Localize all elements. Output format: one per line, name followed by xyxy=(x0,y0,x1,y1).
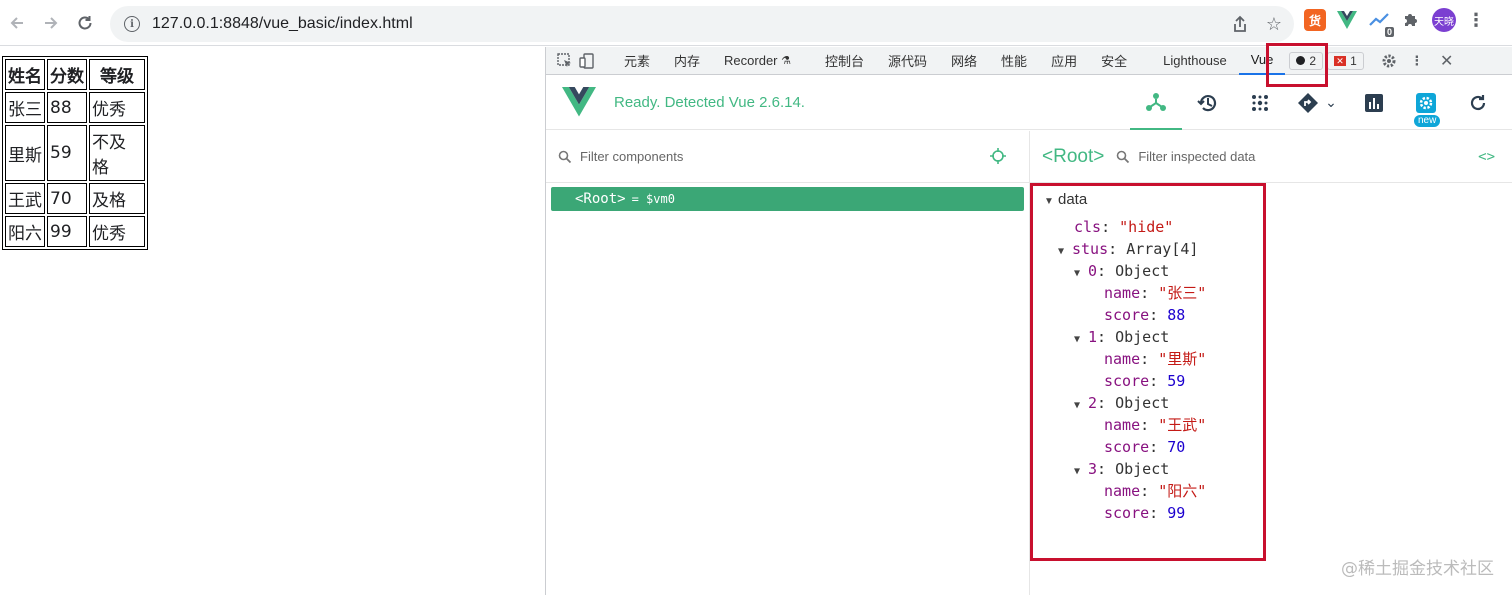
cell-grade: 优秀 xyxy=(89,216,145,247)
table-row: 阳六 99 优秀 xyxy=(5,216,145,247)
arrow-right-icon xyxy=(45,16,58,29)
data-highlight-box xyxy=(1030,183,1266,561)
reload-icon xyxy=(78,15,92,29)
devtools-menu-icon[interactable]: ⋮ xyxy=(1406,50,1428,72)
cell-score: 59 xyxy=(47,125,87,181)
errors-count: 1 xyxy=(1350,53,1357,68)
inspect-element-icon[interactable] xyxy=(554,50,576,72)
cell-score: 88 xyxy=(47,92,87,123)
bar-chart-icon xyxy=(1365,93,1383,112)
cell-name: 张三 xyxy=(5,92,45,123)
cell-grade: 及格 xyxy=(89,183,145,214)
tab-memory[interactable]: 内存 xyxy=(662,47,712,75)
back-button[interactable] xyxy=(0,6,34,40)
settings-gear-icon xyxy=(1416,92,1436,113)
filter-inspected-data-input[interactable] xyxy=(1138,149,1379,164)
watermark-text: @稀土掘金技术社区 xyxy=(1341,559,1494,579)
cell-grade: 优秀 xyxy=(89,92,145,123)
cell-grade: 不及格 xyxy=(89,125,145,181)
cell-name: 阳六 xyxy=(5,216,45,247)
address-bar[interactable]: i 127.0.0.1:8848/vue_basic/index.html ☆ xyxy=(110,6,1294,42)
table-row: 王武 70 及格 xyxy=(5,183,145,214)
filter-components-input[interactable] xyxy=(580,149,880,164)
errors-badge[interactable]: ✕ 1 xyxy=(1327,51,1364,70)
error-icon: ✕ xyxy=(1334,55,1347,66)
browser-toolbar: i 127.0.0.1:8848/vue_basic/index.html ☆ … xyxy=(0,0,1512,46)
select-component-target-icon[interactable] xyxy=(989,147,1007,165)
url-text[interactable]: 127.0.0.1:8848/vue_basic/index.html xyxy=(152,15,413,33)
tab-performance[interactable]: 性能 xyxy=(989,47,1039,75)
profile-avatar[interactable]: 天晓 xyxy=(1432,8,1456,32)
inspected-component-title: <Root> xyxy=(1042,145,1105,167)
component-node-root[interactable]: <Root> = $vm0 xyxy=(551,187,1024,211)
scores-table: 姓名 分数 等级 张三 88 优秀 里斯 59 不及格 王武 70 及格 阳六 … xyxy=(2,56,148,250)
chevron-down-icon[interactable]: ⌄ xyxy=(1325,94,1337,111)
ext-badge-count: 0 xyxy=(1384,27,1394,37)
tab-security[interactable]: 安全 xyxy=(1089,47,1139,75)
cell-score: 70 xyxy=(47,183,87,214)
close-icon[interactable]: ✕ xyxy=(1436,50,1458,72)
devtools-panel: 元素 内存 Recorder ⚗ 控制台 源代码 网络 性能 应用 安全 Lig… xyxy=(545,43,1512,595)
tab-elements[interactable]: 元素 xyxy=(612,47,662,75)
site-info-icon[interactable]: i xyxy=(124,16,140,32)
tab-recorder[interactable]: Recorder ⚗ xyxy=(712,47,803,75)
vue-devtools-ext-icon[interactable] xyxy=(1336,9,1358,31)
inspector-pane: <Root> <> ▼data cls: "hide" ▼stus: Array… xyxy=(1030,131,1512,595)
cell-name: 王武 xyxy=(5,183,45,214)
header-grade: 等级 xyxy=(89,59,145,90)
history-icon xyxy=(1197,94,1217,111)
analytics-ext-icon[interactable]: 0 xyxy=(1368,9,1394,37)
puzzle-extensions-icon[interactable] xyxy=(1400,9,1422,31)
reload-button[interactable] xyxy=(68,6,102,40)
tab-application[interactable]: 应用 xyxy=(1039,47,1089,75)
root-vm-label: = $vm0 xyxy=(631,192,675,206)
cell-score: 99 xyxy=(47,216,87,247)
refresh-icon xyxy=(1470,94,1486,110)
page-viewport: 姓名 分数 等级 张三 88 优秀 里斯 59 不及格 王武 70 及格 阳六 … xyxy=(0,47,545,595)
inspector-header: <Root> <> xyxy=(1030,131,1512,183)
tab-lighthouse[interactable]: Lighthouse xyxy=(1139,47,1239,75)
bookmark-star-icon[interactable]: ☆ xyxy=(1264,14,1284,34)
device-toolbar-icon[interactable] xyxy=(576,50,598,72)
refresh-tab[interactable] xyxy=(1452,75,1504,130)
search-icon xyxy=(1117,150,1130,163)
arrow-left-icon xyxy=(10,16,23,29)
tab-sources[interactable]: 源代码 xyxy=(876,47,939,75)
table-row: 里斯 59 不及格 xyxy=(5,125,145,181)
cell-name: 里斯 xyxy=(5,125,45,181)
dots-grid-icon xyxy=(1252,94,1268,111)
open-in-editor-code-icon[interactable]: <> xyxy=(1478,149,1495,165)
vue-devtools-header: Ready. Detected Vue 2.6.14. ⌄ new xyxy=(546,75,1512,130)
forward-button[interactable] xyxy=(34,6,68,40)
tab-network[interactable]: 网络 xyxy=(939,47,989,75)
translate-ext-icon[interactable]: 货 xyxy=(1304,9,1326,31)
table-row: 张三 88 优秀 xyxy=(5,92,145,123)
browser-menu-icon[interactable]: ⋮ xyxy=(1466,10,1486,30)
performance-tab[interactable] xyxy=(1348,75,1400,130)
root-node-label: <Root> xyxy=(575,191,626,207)
search-icon xyxy=(558,150,572,163)
filter-components-row xyxy=(546,131,1029,183)
flask-icon: ⚗ xyxy=(781,55,791,67)
header-score: 分数 xyxy=(47,59,87,90)
components-tab[interactable] xyxy=(1130,75,1182,130)
route-diamond-icon xyxy=(1298,92,1319,113)
table-header-row: 姓名 分数 等级 xyxy=(5,59,145,90)
vue-ready-status: Ready. Detected Vue 2.6.14. xyxy=(614,93,805,111)
vue-logo-icon xyxy=(562,87,596,117)
tab-recorder-label: Recorder xyxy=(724,53,778,68)
header-name: 姓名 xyxy=(5,59,45,90)
settings-gear-icon[interactable] xyxy=(1378,50,1400,72)
vuex-tab[interactable] xyxy=(1234,75,1286,130)
settings-tab[interactable]: new xyxy=(1400,75,1452,130)
share-icon[interactable] xyxy=(1230,14,1250,34)
timeline-tab[interactable] xyxy=(1182,75,1234,130)
component-tree-icon xyxy=(1146,92,1166,111)
devtools-tab-bar: 元素 内存 Recorder ⚗ 控制台 源代码 网络 性能 应用 安全 Lig… xyxy=(546,43,1512,87)
routing-tab[interactable]: ⌄ xyxy=(1286,75,1348,130)
component-tree-pane: <Root> = $vm0 xyxy=(546,131,1030,595)
new-badge: new xyxy=(1414,115,1441,127)
tab-console[interactable]: 控制台 xyxy=(803,47,876,75)
